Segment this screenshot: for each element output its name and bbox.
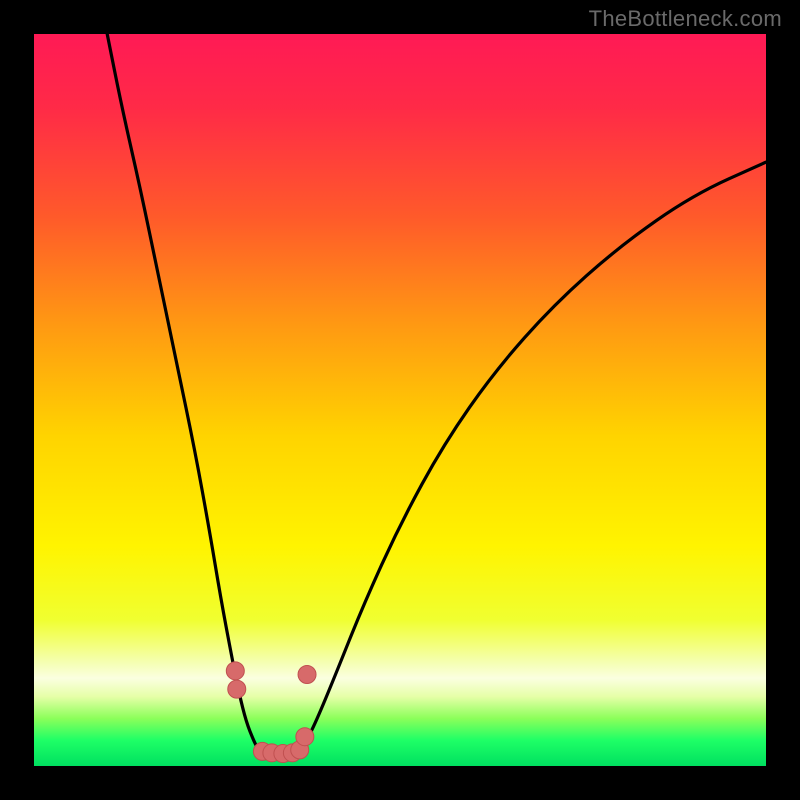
data-marker xyxy=(296,728,314,746)
plot-area xyxy=(34,34,766,766)
data-marker xyxy=(226,662,244,680)
data-marker xyxy=(228,680,246,698)
data-marker xyxy=(298,666,316,684)
chart-frame: TheBottleneck.com xyxy=(0,0,800,800)
watermark-text: TheBottleneck.com xyxy=(589,6,782,32)
data-markers xyxy=(34,34,766,766)
